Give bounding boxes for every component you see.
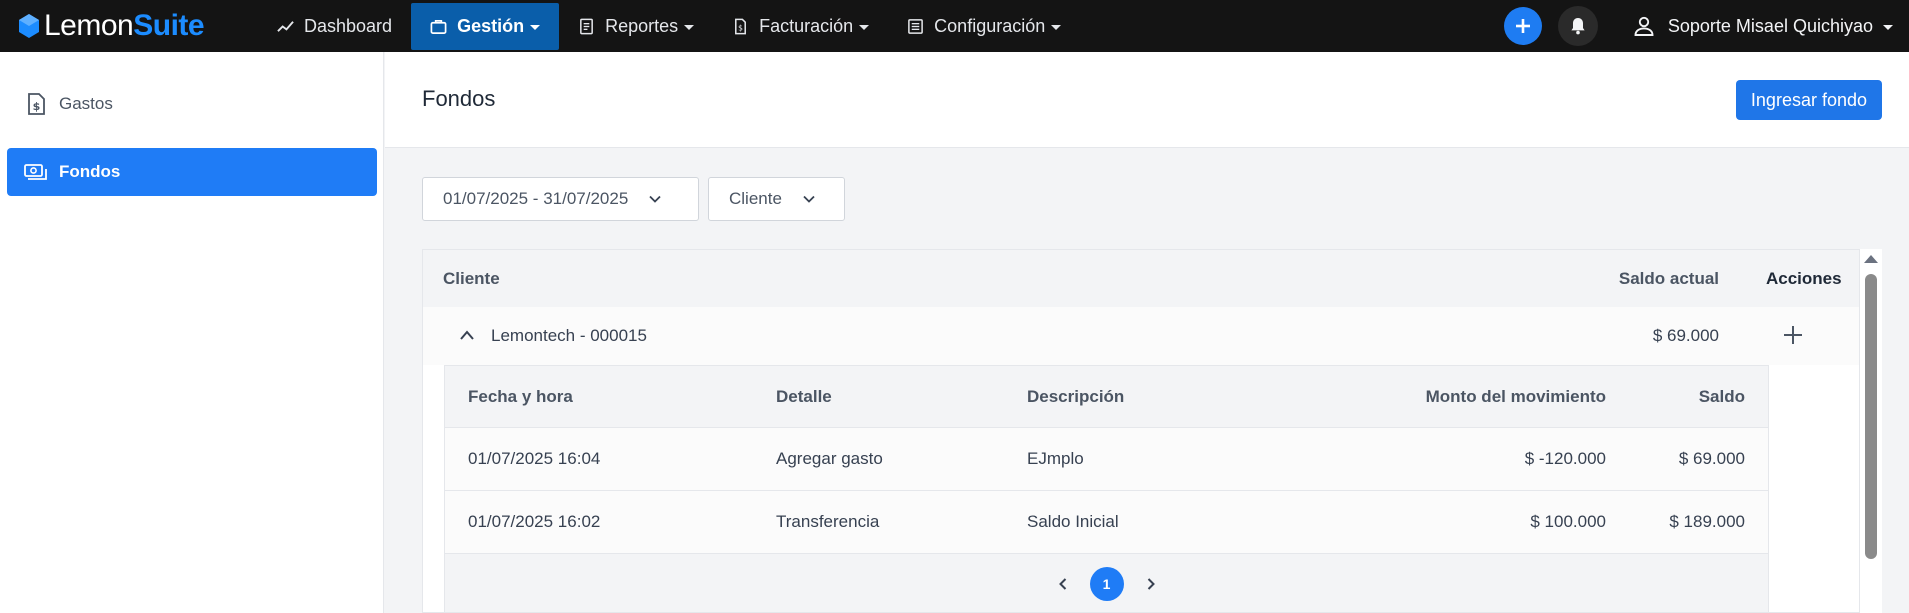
chevron-left-icon[interactable] — [1056, 577, 1070, 591]
cell-datetime: 01/07/2025 16:02 — [468, 512, 601, 531]
top-right-actions: Soporte Misael Quichiyao — [1503, 0, 1909, 52]
briefcase-icon — [430, 19, 447, 34]
column-header-saldo-actual: Saldo actual — [1618, 269, 1719, 288]
client-filter-label: Cliente — [729, 189, 782, 208]
funds-table: Cliente Saldo actual Acciones Lemontech … — [422, 249, 1860, 613]
bell-icon — [1571, 18, 1585, 35]
brand-logo[interactable]: LemonSuite — [18, 0, 230, 52]
page-number-button[interactable]: 1 — [1089, 567, 1124, 601]
page-title: Fondos — [422, 86, 496, 111]
brand-name-lemon: Lemon — [44, 9, 134, 42]
chevron-down-icon — [530, 24, 541, 30]
page-header: Fondos Ingresar fondo — [385, 52, 1909, 148]
chevron-down-icon — [859, 24, 870, 30]
sidebar-item-label: Fondos — [59, 162, 121, 181]
column-header-cliente: Cliente — [443, 269, 500, 288]
date-range-filter[interactable]: 01/07/2025 - 31/07/2025 — [422, 177, 699, 221]
nav-gestion-label: Gestión — [457, 15, 525, 36]
document-icon — [580, 18, 594, 34]
column-header-fecha-hora: Fecha y hora — [468, 387, 573, 406]
chevron-down-icon — [803, 195, 815, 203]
sidebar: $ Gastos Fondos — [0, 52, 384, 613]
client-group-name: Lemontech - 000015 — [491, 326, 647, 345]
movements-header: Fecha y hora Detalle Descripción Monto d… — [445, 366, 1768, 428]
receipt-dollar-icon: $ — [28, 93, 45, 115]
chevron-down-icon — [1883, 24, 1893, 30]
main-nav: Dashboard Gestión Reportes $ Facturación… — [258, 0, 1080, 52]
column-header-acciones: Acciones — [1766, 269, 1842, 288]
cell-amount: $ 100.000 — [1530, 512, 1606, 531]
svg-text:$: $ — [738, 23, 743, 32]
client-group-row[interactable]: Lemontech - 000015 $ 69.000 — [423, 307, 1859, 365]
svg-text:$: $ — [33, 100, 41, 113]
notifications-button[interactable] — [1557, 6, 1598, 46]
table-row: 01/07/2025 16:02 Transferencia Saldo Ini… — [445, 491, 1768, 554]
table-header: Cliente Saldo actual Acciones — [423, 250, 1859, 307]
invoice-icon: $ — [735, 18, 747, 34]
column-header-descripcion: Descripción — [1027, 387, 1125, 406]
movements-subtable: Fecha y hora Detalle Descripción Monto d… — [444, 365, 1769, 612]
hexagon-logo-icon — [19, 14, 39, 38]
chevron-up-icon[interactable] — [459, 329, 475, 341]
plus-icon — [1515, 19, 1530, 33]
user-name: Soporte Misael Quichiyao — [1667, 15, 1873, 36]
chevron-down-icon — [684, 24, 695, 30]
client-group-balance: $ 69.000 — [1652, 326, 1719, 345]
column-header-detalle: Detalle — [776, 387, 832, 406]
cell-detail: Transferencia — [776, 512, 880, 531]
nav-facturacion-label: Facturación — [759, 15, 854, 36]
trending-up-icon — [277, 20, 294, 32]
scrollbar-thumb[interactable] — [1865, 274, 1877, 559]
cell-datetime: 01/07/2025 16:04 — [468, 449, 601, 468]
nav-dashboard[interactable]: Dashboard — [258, 3, 411, 50]
nav-configuracion[interactable]: Configuración — [888, 3, 1080, 50]
sidebar-item-label: Gastos — [59, 94, 113, 113]
sidebar-item-fondos[interactable]: Fondos — [7, 148, 377, 196]
nav-facturacion[interactable]: $ Facturación — [713, 3, 888, 50]
scroll-up-arrow-icon[interactable] — [1864, 255, 1878, 263]
chevron-down-icon — [1051, 24, 1062, 30]
cell-balance: $ 189.000 — [1669, 512, 1745, 531]
pagination: 1 — [445, 554, 1768, 612]
chevron-right-icon[interactable] — [1144, 577, 1158, 591]
money-icon — [24, 164, 47, 180]
nav-configuracion-label: Configuración — [934, 15, 1046, 36]
cell-detail: Agregar gasto — [776, 449, 883, 468]
add-movement-icon[interactable] — [1782, 324, 1804, 346]
ingresar-fondo-button[interactable]: Ingresar fondo — [1735, 80, 1882, 120]
table-row: 01/07/2025 16:04 Agregar gasto EJmplo $ … — [445, 428, 1768, 491]
column-header-saldo: Saldo — [1698, 387, 1745, 406]
cell-amount: $ -120.000 — [1524, 449, 1606, 468]
list-icon — [908, 18, 924, 34]
top-navbar: LemonSuite Dashboard Gestión Reportes $ … — [0, 0, 1909, 52]
cell-description: EJmplo — [1027, 449, 1084, 468]
sidebar-item-gastos[interactable]: $ Gastos — [7, 80, 377, 128]
quick-add-button[interactable] — [1503, 7, 1542, 45]
client-filter[interactable]: Cliente — [708, 177, 845, 221]
cell-balance: $ 69.000 — [1678, 449, 1745, 468]
date-range-value: 01/07/2025 - 31/07/2025 — [443, 189, 629, 208]
user-icon — [1634, 16, 1654, 36]
scrollbar[interactable] — [1860, 249, 1882, 613]
nav-dashboard-label: Dashboard — [304, 15, 393, 36]
nav-gestion[interactable]: Gestión — [411, 2, 560, 50]
cell-description: Saldo Inicial — [1027, 512, 1119, 531]
column-header-monto: Monto del movimiento — [1425, 387, 1606, 406]
nav-reportes-label: Reportes — [605, 15, 679, 36]
brand-name-suite: Suite — [133, 9, 205, 42]
nav-reportes[interactable]: Reportes — [559, 3, 713, 50]
user-menu[interactable]: Soporte Misael Quichiyao — [1632, 14, 1893, 38]
chevron-down-icon — [649, 195, 661, 203]
